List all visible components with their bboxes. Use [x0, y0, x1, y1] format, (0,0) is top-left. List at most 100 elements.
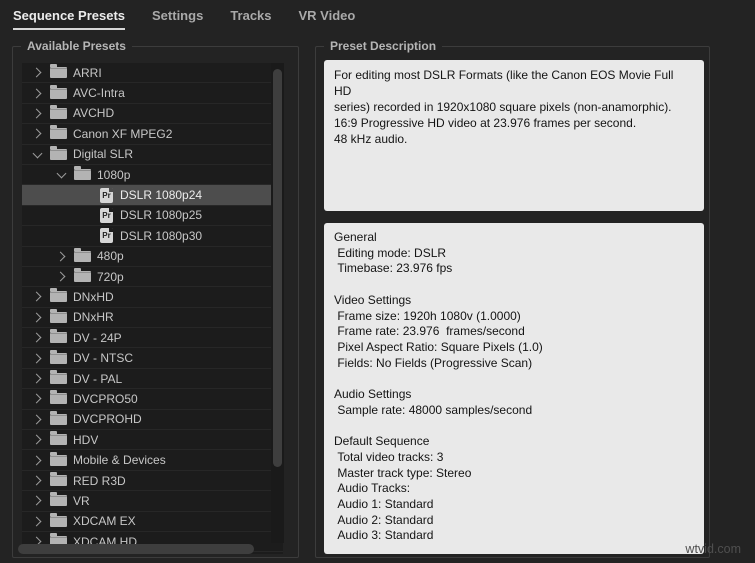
- tree-item[interactable]: RED R3D: [22, 470, 283, 492]
- chevron-right-icon[interactable]: [30, 86, 44, 100]
- tab-label: Settings: [152, 8, 204, 23]
- premiere-preset-icon: Pr: [100, 187, 113, 203]
- chevron-right-icon[interactable]: [30, 392, 44, 406]
- folder-icon: [50, 329, 67, 344]
- tree-item[interactable]: AVC-Intra: [22, 83, 283, 104]
- chevron-right-icon[interactable]: [54, 249, 68, 263]
- tree-item-label: DNxHR: [73, 310, 114, 325]
- preset-summary-text: For editing most DSLR Formats (like the …: [324, 60, 704, 211]
- preset-description-group: Preset Description For editing most DSLR…: [315, 39, 710, 558]
- preset-details-text: General Editing mode: DSLR Timebase: 23.…: [324, 223, 704, 554]
- tree-item[interactable]: DVCPRO50: [22, 389, 283, 410]
- available-presets-group: Available Presets ARRI AVC-Intra AVCHD Cano…: [12, 39, 299, 558]
- tree-item-label: 480p: [97, 249, 124, 264]
- vertical-scrollbar-thumb[interactable]: [273, 69, 282, 467]
- tree-item-label: HDV: [73, 432, 99, 447]
- tree-item-label: Canon XF MPEG2: [73, 126, 173, 141]
- tree-item[interactable]: XDCAM EX: [22, 511, 283, 532]
- tree-item[interactable]: AVCHD: [22, 103, 283, 125]
- chevron-down-icon[interactable]: [54, 168, 68, 182]
- tree-item-label: VR: [73, 493, 90, 508]
- premiere-preset-icon: Pr: [100, 207, 113, 223]
- tree-item[interactable]: Canon XF MPEG2: [22, 124, 283, 145]
- folder-icon: [50, 64, 67, 79]
- tree-item[interactable]: DNxHD: [22, 287, 283, 308]
- chevron-right-icon[interactable]: [30, 474, 44, 488]
- tree-item[interactable]: DV - 24P: [22, 328, 283, 349]
- tree-item-label: DNxHD: [73, 289, 114, 304]
- folder-icon: [50, 390, 67, 405]
- folder-icon: [50, 145, 67, 160]
- tree-item[interactable]: DVCPROHD: [22, 409, 283, 431]
- tree-item[interactable]: Mobile & Devices: [22, 450, 283, 471]
- chevron-right-icon[interactable]: [30, 514, 44, 528]
- tab-settings[interactable]: Settings: [152, 8, 203, 28]
- tree-item-label: DVCPRO50: [73, 391, 138, 406]
- tree-item-label: RED R3D: [73, 473, 126, 488]
- horizontal-scrollbar-thumb[interactable]: [18, 544, 254, 554]
- tab-tracks[interactable]: Tracks: [230, 8, 271, 28]
- tree-item[interactable]: Pr DSLR 1080p25: [22, 205, 283, 227]
- tree-item[interactable]: DV - PAL: [22, 368, 283, 390]
- chevron-right-icon[interactable]: [30, 331, 44, 345]
- tree-item[interactable]: 480p: [22, 246, 283, 267]
- folder-icon: [50, 512, 67, 527]
- premiere-preset-icon: Pr: [100, 228, 113, 244]
- tree-item[interactable]: DV - NTSC: [22, 348, 283, 369]
- folder-icon: [50, 125, 67, 140]
- tree-item-label: DSLR 1080p30: [120, 228, 203, 243]
- tab-label: VR Video: [298, 8, 356, 23]
- tree-item-label: Digital SLR: [73, 147, 134, 162]
- available-presets-title: Available Presets: [21, 39, 132, 53]
- tree-item-label: 1080p: [97, 167, 131, 182]
- folder-icon: [50, 451, 67, 466]
- tree-vertical-scrollbar[interactable]: [271, 63, 284, 543]
- tab-vr-video[interactable]: VR Video: [299, 8, 356, 28]
- tab-label: Sequence Presets: [13, 8, 126, 30]
- tree-item-label: ARRI: [73, 65, 102, 80]
- chevron-right-icon[interactable]: [54, 270, 68, 284]
- chevron-right-icon[interactable]: [30, 290, 44, 304]
- folder-icon: [50, 410, 67, 425]
- folder-icon: [50, 288, 67, 303]
- tree-item-label: DV - PAL: [73, 371, 123, 386]
- chevron-right-icon[interactable]: [30, 372, 44, 386]
- tree-item[interactable]: VR: [22, 491, 283, 512]
- chevron-right-icon[interactable]: [30, 310, 44, 324]
- tree-item[interactable]: Digital SLR: [22, 144, 283, 165]
- folder-icon: [74, 166, 91, 181]
- tab-sequence-presets[interactable]: Sequence Presets: [13, 8, 126, 30]
- tree-item[interactable]: HDV: [22, 430, 283, 451]
- tree-item[interactable]: Pr DSLR 1080p30: [22, 226, 283, 247]
- tree-item[interactable]: 720p: [22, 266, 283, 288]
- chevron-right-icon[interactable]: [30, 494, 44, 508]
- chevron-right-icon[interactable]: [30, 412, 44, 426]
- chevron-right-icon[interactable]: [30, 453, 44, 467]
- chevron-right-icon[interactable]: [30, 433, 44, 447]
- tree-item[interactable]: 1080p: [22, 164, 283, 186]
- tree-item-label: AVC-Intra: [73, 86, 125, 101]
- tree-item[interactable]: DNxHR: [22, 307, 283, 329]
- tree-item[interactable]: ARRI: [22, 63, 283, 84]
- folder-icon: [50, 84, 67, 99]
- tree-item-label: 720p: [97, 269, 124, 284]
- folder-icon: [50, 104, 67, 119]
- tree-item-label: XDCAM EX: [73, 514, 136, 529]
- folder-icon: [50, 472, 67, 486]
- chevron-right-icon[interactable]: [30, 106, 44, 120]
- chevron-down-icon[interactable]: [30, 147, 44, 161]
- chevron-right-icon[interactable]: [30, 351, 44, 365]
- folder-icon: [50, 492, 67, 507]
- folder-icon: [74, 268, 91, 283]
- tree-item-label: DV - 24P: [73, 330, 122, 345]
- dialog-tab-bar: Sequence Presets Settings Tracks VR Vide…: [0, 0, 755, 32]
- tree-item[interactable]: Pr DSLR 1080p24: [22, 185, 283, 206]
- folder-icon: [50, 431, 67, 446]
- watermark: wtvid.com: [685, 542, 741, 556]
- folder-icon: [50, 370, 67, 385]
- chevron-right-icon[interactable]: [30, 66, 44, 80]
- chevron-right-icon[interactable]: [30, 127, 44, 141]
- tree-horizontal-scrollbar[interactable]: [18, 544, 296, 555]
- tree-item-label: Mobile & Devices: [73, 453, 166, 468]
- tree-item-label: DVCPROHD: [73, 412, 142, 427]
